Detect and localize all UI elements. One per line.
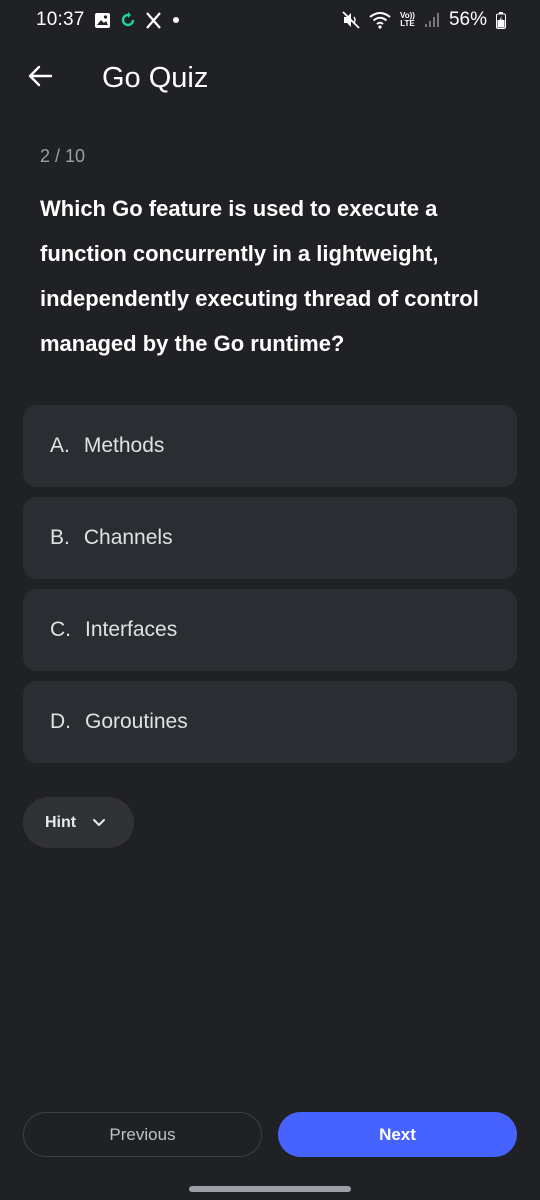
option-b[interactable]: B. Channels <box>23 497 517 579</box>
signal-icon <box>424 12 440 28</box>
lte-bottom-label: LTE <box>400 19 415 28</box>
status-bar: 10:37 Vo)) LTE 56% <box>0 0 540 40</box>
answer-options: A. Methods B. Channels C. Interfaces D. … <box>23 405 517 773</box>
hint-button[interactable]: Hint <box>23 797 134 848</box>
wifi-icon <box>369 11 391 29</box>
option-label: Channels <box>83 526 173 549</box>
option-letter: B. <box>50 526 70 549</box>
chevron-down-icon <box>92 818 106 828</box>
question-progress: 2 / 10 <box>40 146 86 166</box>
arrow-back-icon <box>27 65 53 92</box>
previous-button[interactable]: Previous <box>23 1112 262 1157</box>
option-label: Goroutines <box>85 710 188 733</box>
status-right: Vo)) LTE 56% <box>342 9 506 31</box>
option-label: Methods <box>83 434 165 457</box>
page-title: Go Quiz <box>102 62 209 94</box>
option-a[interactable]: A. Methods <box>23 405 517 487</box>
mute-icon <box>342 11 360 29</box>
battery-charging-icon <box>496 11 506 29</box>
option-label: Interfaces <box>85 618 178 641</box>
lte-icon: Vo)) LTE <box>400 12 415 28</box>
option-letter: D. <box>50 710 71 733</box>
sync-icon <box>120 12 136 28</box>
back-button[interactable] <box>20 58 60 98</box>
notification-dot <box>172 17 179 23</box>
battery-percent: 56% <box>448 9 487 30</box>
option-d[interactable]: D. Goroutines <box>23 681 517 763</box>
gallery-icon <box>94 12 111 29</box>
status-time: 10:37 <box>36 9 85 30</box>
hint-label: Hint <box>45 813 77 831</box>
option-letter: C. <box>50 618 71 641</box>
question-text: Which Go feature is used to execute a fu… <box>40 196 479 356</box>
home-indicator[interactable] <box>189 1186 351 1192</box>
quiz-screen: 10:37 Vo)) LTE 56% Go Quiz 2 / 10 Which … <box>0 0 540 1200</box>
next-button[interactable]: Next <box>278 1112 517 1157</box>
x-icon <box>145 11 162 29</box>
status-left: 10:37 <box>36 9 179 31</box>
option-letter: A. <box>50 434 70 457</box>
option-c[interactable]: C. Interfaces <box>23 589 517 671</box>
app-bar: Go Quiz <box>0 50 540 108</box>
